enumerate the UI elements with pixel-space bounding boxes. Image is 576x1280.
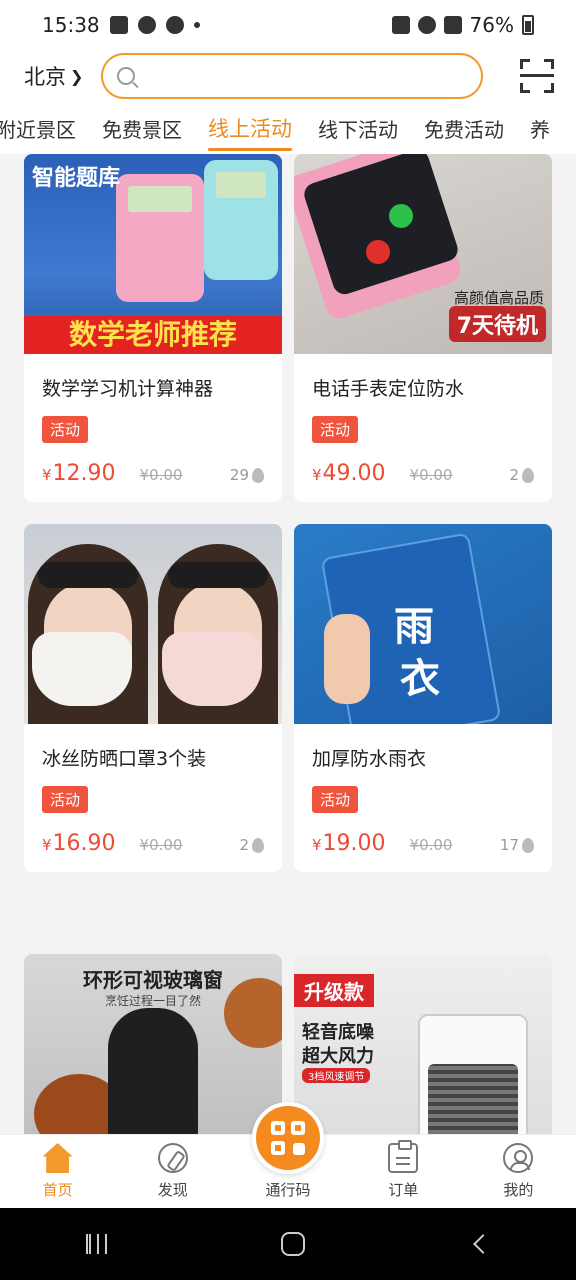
system-nav-bar	[0, 1208, 576, 1280]
image-caption: 高颜值高品质	[453, 289, 544, 307]
product-price: ¥49.00	[312, 461, 386, 486]
product-image: 高颜值高品质 7天待机	[294, 154, 552, 354]
nav-label: 通行码	[265, 1181, 311, 1199]
tab-offline-events[interactable]: 线下活动	[318, 114, 398, 143]
header: 北京 ❯	[0, 50, 576, 102]
nav-home[interactable]: 首页	[0, 1135, 115, 1208]
product-card[interactable]: 智能题库 数学老师推荐 数学学习机计算神器 活动 ¥12.90 ¥0.00 29	[24, 154, 282, 502]
product-price: ¥12.90	[42, 461, 116, 486]
more-notifications-icon	[193, 22, 200, 28]
app-notification-icon	[165, 16, 184, 34]
nav-profile[interactable]: 我的	[461, 1135, 576, 1208]
product-name: 电话手表定位防水	[312, 378, 465, 400]
battery-icon	[522, 15, 534, 35]
cloud-icon	[137, 16, 156, 34]
back-icon[interactable]	[473, 1234, 494, 1254]
signal-icon	[443, 16, 462, 34]
upgrade-badge: 升级款	[294, 974, 374, 1007]
image-title: 智能题库	[32, 166, 121, 191]
product-card[interactable]: 升级款 轻音底噪 超大风力 3档风速调节	[294, 954, 552, 1134]
nav-label: 发现	[157, 1181, 188, 1199]
tab-free-scenic[interactable]: 免费景区	[102, 114, 182, 143]
product-image: 智能题库 数学老师推荐	[24, 154, 282, 354]
status-bar: 15:38 76%	[0, 0, 576, 50]
qr-code-icon	[271, 1121, 305, 1155]
product-card[interactable]: 冰丝防晒口罩3个装 活动 ¥16.90 ¥0.00 2	[24, 524, 282, 872]
popularity-count: 2	[509, 466, 534, 484]
calculator-pink	[116, 174, 204, 302]
nav-label: 订单	[388, 1181, 419, 1199]
search-input[interactable]	[145, 65, 446, 87]
activity-tag: 活动	[42, 786, 89, 813]
air-fryer	[108, 1008, 198, 1134]
decline-call-icon	[366, 240, 390, 264]
qr-code-button[interactable]	[252, 1102, 324, 1174]
search-icon	[117, 67, 136, 85]
home-button-icon[interactable]	[280, 1232, 305, 1256]
mute-icon	[391, 16, 410, 34]
product-image: 环形可视玻璃窗 烹饪过程一目了然	[24, 954, 282, 1134]
tab-nearby-scenic[interactable]: 附近景区	[0, 114, 76, 143]
nav-orders[interactable]: 订单	[346, 1135, 461, 1208]
scan-icon[interactable]	[520, 59, 554, 93]
image-banner: 7天待机	[448, 306, 546, 342]
chevron-down-icon: ❯	[70, 66, 84, 86]
product-image	[24, 524, 282, 724]
activity-tag: 活动	[312, 786, 359, 813]
product-price: ¥16.90	[42, 831, 116, 856]
battery-level: 76%	[469, 13, 514, 37]
tab-more[interactable]: 养	[530, 114, 550, 143]
product-name: 数学学习机计算神器	[42, 378, 214, 400]
popularity-count: 17	[500, 836, 534, 854]
home-icon	[42, 1143, 73, 1173]
city-label: 北京	[24, 65, 66, 89]
product-name: 冰丝防晒口罩3个装	[42, 748, 207, 770]
original-price: ¥0.00	[139, 836, 183, 854]
activity-tag: 活动	[42, 416, 89, 443]
original-price: ¥0.00	[409, 466, 453, 484]
compass-icon	[157, 1143, 188, 1173]
search-box[interactable]	[101, 53, 484, 99]
popularity-count: 29	[230, 466, 264, 484]
product-card[interactable]: 雨 衣 加厚防水雨衣 活动 ¥19.00 ¥0.00 17	[294, 524, 552, 872]
status-time: 15:38	[42, 13, 100, 37]
city-selector[interactable]: 北京 ❯	[24, 61, 83, 91]
nav-label: 我的	[503, 1181, 534, 1199]
product-image: 升级款 轻音底噪 超大风力 3档风速调节	[294, 954, 552, 1134]
image-title: 环形可视玻璃窗	[83, 968, 223, 992]
gallery-icon	[109, 16, 128, 34]
product-card[interactable]: 高颜值高品质 7天待机 电话手表定位防水 活动 ¥49.00 ¥0.00 2	[294, 154, 552, 502]
original-price: ¥0.00	[409, 836, 453, 854]
clipboard-icon	[388, 1140, 419, 1173]
flame-icon	[252, 837, 264, 853]
flame-icon	[522, 467, 534, 483]
category-tabs: 附近景区 免费景区 线上活动 线下活动 免费活动 养	[0, 102, 576, 154]
original-price: ¥0.00	[139, 466, 183, 484]
product-grid: 智能题库 数学老师推荐 数学学习机计算神器 活动 ¥12.90 ¥0.00 29…	[0, 154, 576, 1134]
product-image: 雨 衣	[294, 524, 552, 724]
popularity-count: 2	[239, 836, 264, 854]
wifi-icon	[417, 16, 436, 34]
activity-tag: 活动	[312, 416, 359, 443]
product-card[interactable]: 环形可视玻璃窗 烹饪过程一目了然	[24, 954, 282, 1134]
flame-icon	[522, 837, 534, 853]
tab-free-events[interactable]: 免费活动	[424, 114, 504, 143]
product-name: 加厚防水雨衣	[312, 748, 427, 770]
calculator-cyan	[204, 160, 278, 280]
product-price: ¥19.00	[312, 831, 386, 856]
recent-apps-icon[interactable]	[85, 1234, 110, 1254]
flame-icon	[252, 467, 264, 483]
nav-label: 首页	[42, 1181, 73, 1199]
user-icon	[503, 1143, 534, 1173]
image-banner: 数学老师推荐	[24, 316, 282, 354]
image-subtitle: 烹饪过程一目了然	[104, 994, 201, 1008]
answer-call-icon	[389, 204, 413, 228]
nav-discover[interactable]: 发现	[115, 1135, 230, 1208]
tab-online-events[interactable]: 线上活动	[208, 113, 292, 151]
